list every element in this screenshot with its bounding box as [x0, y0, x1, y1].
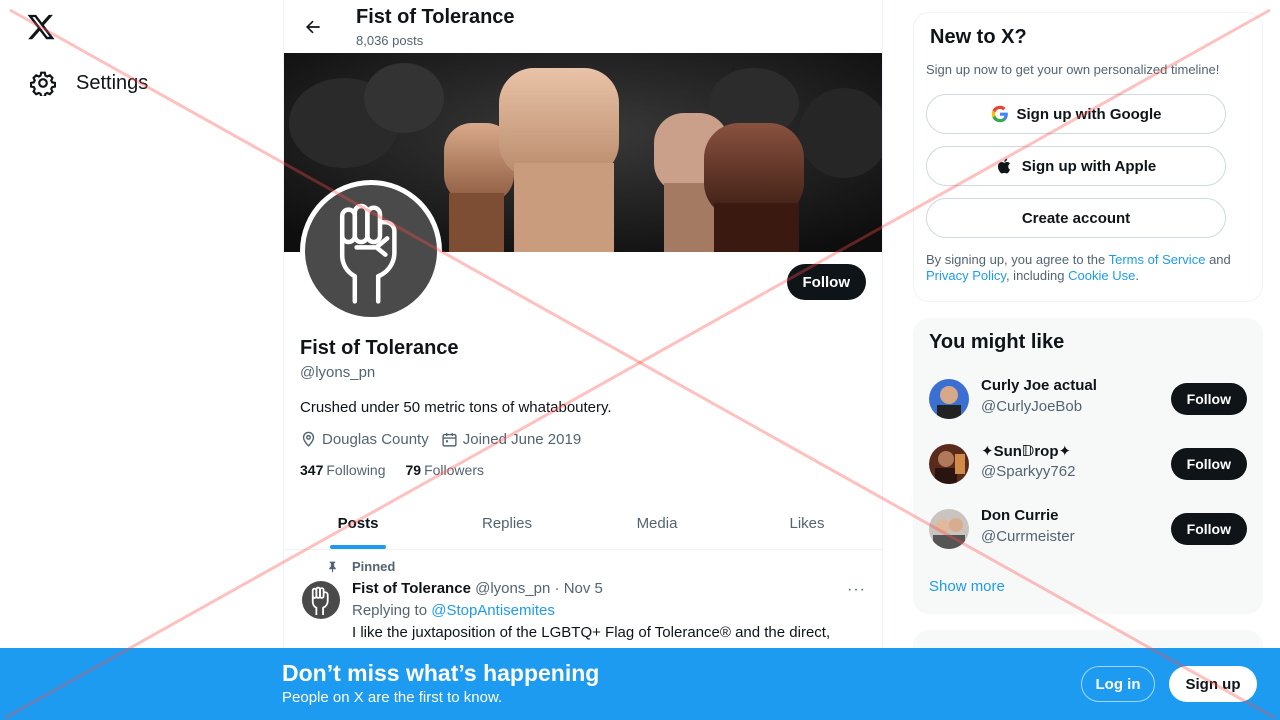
followers-count: 79 [405, 462, 422, 478]
terms-including: , including [1005, 268, 1065, 283]
avatar[interactable] [929, 444, 969, 484]
terms-of-service-link[interactable]: Terms of Service [1109, 252, 1206, 267]
location: Douglas County [300, 431, 429, 448]
arrow-left-icon [306, 20, 320, 34]
joined-date: Joined June 2019 [441, 431, 581, 448]
post-header: Fist of Tolerance @lyons_pn · Nov 5 [352, 580, 603, 597]
signup-card: New to X? Sign up now to get your own pe… [913, 12, 1263, 302]
apple-icon [997, 158, 1010, 174]
google-icon [991, 105, 1008, 123]
suggestion-item[interactable]: Don Currie @Currmeister Follow [929, 504, 1247, 554]
avatar[interactable] [929, 379, 969, 419]
profile-column: Fist of Tolerance 8,036 posts Follow Fis… [283, 0, 883, 720]
post-count: 8,036 posts [356, 33, 424, 48]
x-logo-icon[interactable] [26, 12, 58, 44]
suggestions-title: You might like [929, 331, 1065, 353]
pinned-indicator: Pinned [326, 559, 395, 574]
pinned-label: Pinned [352, 559, 396, 574]
google-signup-label: Sign up with Google [1016, 105, 1162, 123]
gear-icon [30, 71, 56, 96]
profile-bio: Crushed under 50 metric tons of whatabou… [300, 399, 612, 416]
pin-icon [329, 561, 336, 573]
show-more-link[interactable]: Show more [929, 578, 1005, 595]
who-to-follow-card: You might like Curly Joe actual @CurlyJo… [913, 318, 1263, 614]
signup-button[interactable]: Sign up [1169, 666, 1257, 702]
suggestion-item[interactable]: Curly Joe actual @CurlyJoeBob Follow [929, 374, 1247, 424]
replying-to-link[interactable]: @StopAntisemites [431, 602, 555, 619]
more-options-icon[interactable]: ··· [847, 581, 866, 599]
left-nav: Settings [0, 0, 284, 720]
raised-fist-icon [311, 586, 329, 615]
cookie-use-link[interactable]: Cookie Use [1068, 268, 1135, 283]
terms-text: By signing up, you agree to the Terms of… [926, 252, 1246, 284]
header-title: Fist of Tolerance [356, 6, 515, 28]
profile-name: Fist of Tolerance [300, 337, 459, 359]
tab-likes[interactable]: Likes [732, 497, 882, 549]
banner-subline: People on X are the first to know. [282, 689, 503, 706]
banner-headline: Don’t miss what’s happening [282, 660, 600, 686]
terms-prefix: By signing up, you agree to the [926, 252, 1106, 267]
profile-avatar[interactable] [300, 180, 442, 322]
following-link[interactable]: 347 Following [300, 462, 386, 478]
signup-title: New to X? [930, 26, 1027, 48]
signup-banner: Don’t miss what’s happening People on X … [0, 648, 1280, 720]
follow-stats: 347 Following 79 Followers [300, 462, 504, 478]
tab-media[interactable]: Media [582, 497, 732, 549]
following-count: 347 [300, 462, 324, 478]
apple-signup-label: Sign up with Apple [1021, 157, 1157, 175]
following-label: Following [326, 462, 386, 478]
google-signup-button[interactable]: Sign up with Google [926, 94, 1226, 134]
signup-subtitle: Sign up now to get your own personalized… [926, 62, 1220, 77]
post-author[interactable]: Fist of Tolerance [352, 580, 471, 597]
nav-settings[interactable]: Settings [22, 62, 156, 104]
nav-settings-label: Settings [76, 71, 149, 94]
suggestion-handle: @Currmeister [981, 528, 1075, 545]
apple-signup-button[interactable]: Sign up with Apple [926, 146, 1226, 186]
terms-and: and [1209, 252, 1231, 267]
follow-button[interactable]: Follow [786, 264, 866, 300]
follow-button[interactable]: Follow [1170, 383, 1247, 415]
post-text: I like the juxtaposition of the LGBTQ+ F… [352, 624, 831, 641]
followers-label: Followers [424, 462, 484, 478]
suggestion-name: Don Currie [981, 507, 1059, 524]
terms-period: . [1135, 268, 1139, 283]
profile-meta: Douglas County Joined June 2019 [300, 431, 593, 448]
avatar[interactable] [929, 509, 969, 549]
follow-button[interactable]: Follow [1170, 513, 1247, 545]
create-account-button[interactable]: Create account [926, 198, 1226, 238]
location-text: Douglas County [322, 431, 429, 448]
suggestion-handle: @CurlyJoeBob [981, 398, 1083, 415]
suggestion-handle: @Sparkyy762 [981, 463, 1076, 480]
suggestion-name: Curly Joe actual [981, 377, 1097, 394]
replying-to: Replying to @StopAntisemites [352, 602, 555, 619]
pinned-post[interactable]: Pinned Fist of Tolerance @lyons_pn · Nov… [284, 551, 882, 651]
post-avatar[interactable] [302, 581, 340, 619]
follow-button[interactable]: Follow [1170, 448, 1247, 480]
suggestion-name: ✦Sun𝔻rop✦ [981, 443, 1072, 460]
profile-header-bar: Fist of Tolerance 8,036 posts [284, 0, 882, 53]
post-meta: @lyons_pn · Nov 5 [475, 580, 603, 597]
login-button[interactable]: Log in [1081, 666, 1155, 702]
calendar-icon [442, 433, 457, 447]
location-pin-icon [302, 431, 315, 447]
profile-handle: @lyons_pn [300, 364, 376, 381]
replying-prefix: Replying to [352, 602, 428, 619]
suggestion-item[interactable]: ✦Sun𝔻rop✦ @Sparkyy762 Follow [929, 439, 1247, 489]
tab-replies[interactable]: Replies [432, 497, 582, 549]
profile-tabs: Posts Replies Media Likes [284, 497, 882, 550]
back-button[interactable] [296, 10, 330, 44]
privacy-policy-link[interactable]: Privacy Policy [926, 268, 1006, 283]
raised-fist-icon [339, 203, 397, 304]
tab-posts[interactable]: Posts [284, 497, 432, 549]
joined-text: Joined June 2019 [462, 431, 582, 448]
followers-link[interactable]: 79 Followers [406, 462, 484, 478]
